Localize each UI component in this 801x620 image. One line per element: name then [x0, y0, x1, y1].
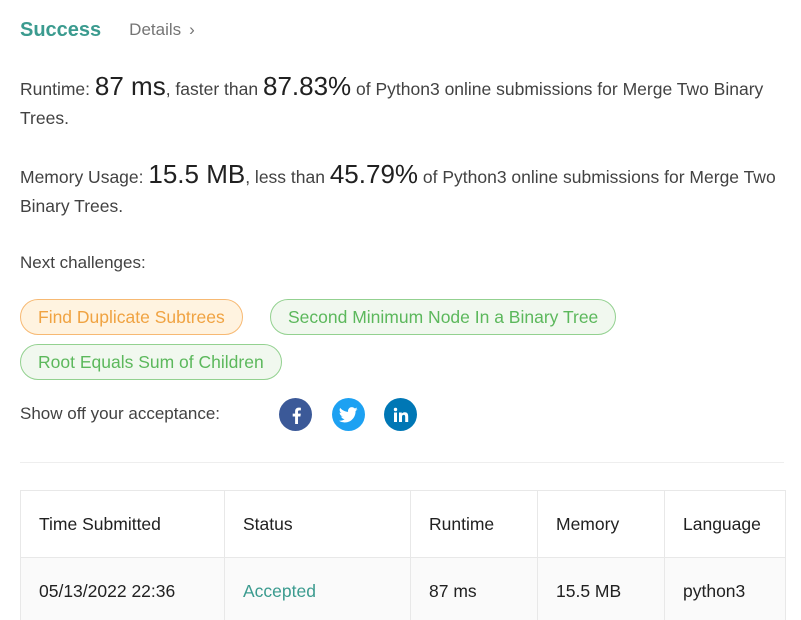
runtime-label: Runtime:: [20, 79, 95, 99]
share-label: Show off your acceptance:: [20, 404, 221, 423]
cell-status: Accepted: [224, 557, 411, 620]
challenge-tag-second-minimum-node[interactable]: Second Minimum Node In a Binary Tree: [270, 299, 617, 335]
table-header-row: Time Submitted Status Runtime Memory Lan…: [20, 490, 786, 558]
cell-time-submitted: 05/13/2022 22:36: [20, 557, 225, 620]
challenge-tag-find-duplicate-subtrees[interactable]: Find Duplicate Subtrees: [20, 299, 243, 335]
memory-mid: , less than: [245, 167, 330, 187]
runtime-value: 87 ms: [94, 71, 166, 101]
submissions-table: Time Submitted Status Runtime Memory Lan…: [20, 490, 786, 620]
chevron-right-icon: ›: [189, 20, 195, 39]
result-header: Success Details ›: [20, 16, 195, 44]
section-divider: [20, 462, 784, 463]
details-label: Details: [129, 20, 182, 39]
cell-runtime: 87 ms: [410, 557, 538, 620]
memory-summary: Memory Usage: 15.5 MB, less than 45.79% …: [20, 160, 780, 221]
column-header-language: Language: [664, 490, 786, 558]
result-status: Success: [20, 18, 102, 41]
cell-language: python3: [664, 557, 786, 620]
column-header-runtime: Runtime: [410, 490, 538, 558]
challenge-tag-root-equals-sum[interactable]: Root Equals Sum of Children: [20, 344, 282, 380]
table-row: 05/13/2022 22:36 Accepted 87 ms 15.5 MB …: [20, 557, 786, 620]
memory-value: 15.5 MB: [148, 159, 246, 189]
runtime-mid: , faster than: [165, 79, 263, 99]
column-header-time-submitted: Time Submitted: [20, 490, 225, 558]
column-header-memory: Memory: [537, 490, 665, 558]
linkedin-icon[interactable]: [384, 398, 417, 431]
memory-percent: 45.79%: [329, 159, 419, 189]
details-link[interactable]: Details ›: [129, 20, 195, 40]
runtime-percent: 87.83%: [262, 71, 352, 101]
cell-memory: 15.5 MB: [537, 557, 665, 620]
facebook-icon[interactable]: [279, 398, 312, 431]
submission-result-page: Success Details › Runtime: 87 ms, faster…: [0, 0, 801, 620]
memory-label: Memory Usage:: [20, 167, 149, 187]
runtime-summary: Runtime: 87 ms, faster than 87.83% of Py…: [20, 72, 780, 133]
column-header-status: Status: [224, 490, 411, 558]
status-accepted-link[interactable]: Accepted: [243, 581, 316, 601]
twitter-icon[interactable]: [332, 398, 365, 431]
next-challenges-label: Next challenges:: [20, 253, 146, 272]
